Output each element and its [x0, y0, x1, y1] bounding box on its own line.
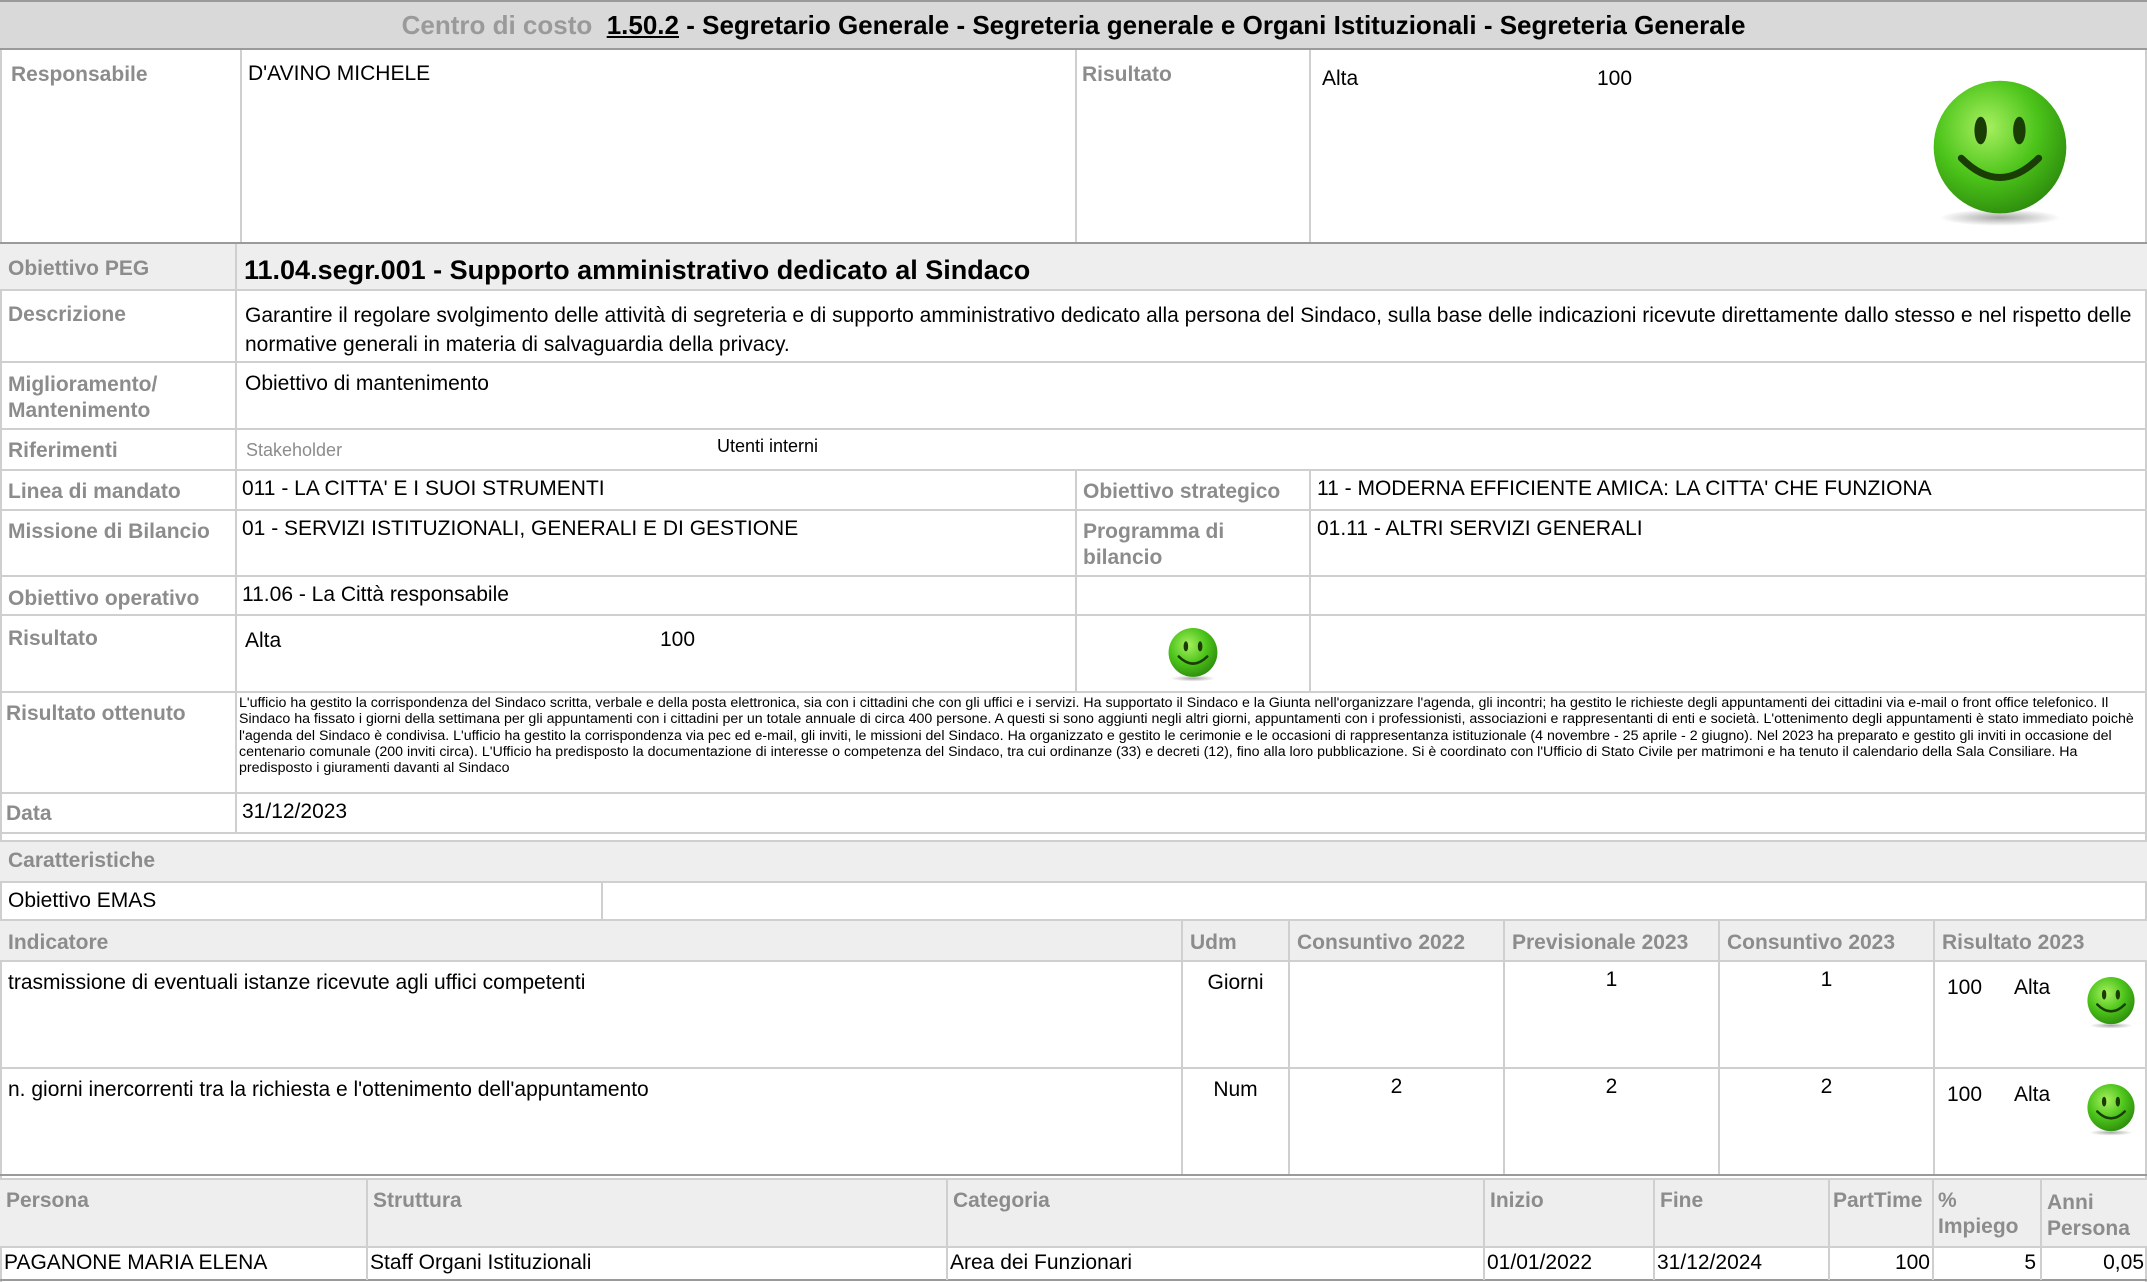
- miglioramento-label: Miglioramento/ Mantenimento: [8, 373, 158, 422]
- persona-fine: 31/12/2024: [1657, 1251, 1763, 1274]
- persona-struttura: Staff Organi Istituzionali: [370, 1251, 592, 1274]
- pers-header-fine: Fine: [1660, 1189, 1704, 1212]
- miglioramento-value: Obiettivo di mantenimento: [245, 372, 489, 395]
- pers-header-persona: Persona: [6, 1189, 89, 1212]
- smiley-risultato-icon: [1166, 627, 1220, 683]
- ind-header-udm: Udm: [1190, 931, 1237, 954]
- strategico-label: Obiettivo strategico: [1083, 480, 1281, 503]
- strategico-value: 11 - MODERNA EFFICIENTE AMICA: LA CITTA'…: [1317, 477, 1932, 500]
- ind-header-risultato: Risultato 2023: [1942, 931, 2085, 954]
- descrizione-label: Descrizione: [8, 303, 126, 326]
- linea-value: 011 - LA CITTA' E I SUOI STRUMENTI: [242, 477, 605, 500]
- smiley-large-icon: [1926, 78, 2074, 230]
- indicator-ris-level: Alta: [2014, 1083, 2051, 1106]
- caratteristiche-bg: [0, 840, 2147, 881]
- pers-header-struttura: Struttura: [373, 1189, 462, 1212]
- peg-value: 11.04.segr.001 - Supporto amministrativo…: [244, 255, 1031, 285]
- smiley-indicator-icon: [2085, 976, 2137, 1030]
- indicator-name: n. giorni inercorrenti tra la richiesta …: [8, 1078, 649, 1101]
- linea-label: Linea di mandato: [8, 480, 181, 503]
- smiley-indicator-icon: [2085, 1083, 2137, 1137]
- left-border: [0, 50, 2, 1282]
- indicator-cons2023: 2: [1820, 1075, 1833, 1098]
- risultato-label: Risultato: [8, 627, 98, 650]
- risultato-value: 100: [660, 628, 696, 651]
- ind-header-indicatore: Indicatore: [8, 931, 109, 954]
- responsabile-value: D'AVINO MICHELE: [248, 62, 431, 85]
- emas-value: Obiettivo EMAS: [8, 889, 157, 912]
- risultato-level: Alta: [245, 629, 282, 652]
- persona-anni: 0,05: [2103, 1251, 2144, 1274]
- ottenuto-label: Risultato ottenuto: [6, 702, 186, 725]
- programma-label: Programma di bilancio: [1083, 520, 1225, 569]
- title-rest: - Segretario Generale - Segreteria gener…: [686, 10, 1746, 40]
- missione-value: 01 - SERVIZI ISTITUZIONALI, GENERALI E D…: [242, 517, 799, 540]
- indicator-ris-level: Alta: [2014, 976, 2051, 999]
- pers-header-inizio: Inizio: [1490, 1189, 1544, 1212]
- indicator-prev2023: 1: [1605, 968, 1618, 991]
- peg-label: Obiettivo PEG: [8, 257, 150, 280]
- indicator-ris-value: 100: [1947, 1083, 1983, 1106]
- indicator-udm: Num: [1213, 1078, 1258, 1101]
- missione-label: Missione di Bilancio: [8, 520, 210, 543]
- risultato-top-label: Risultato: [1082, 63, 1172, 86]
- indicator-udm: Giorni: [1207, 971, 1264, 994]
- indicator-name: trasmissione di eventuali istanze ricevu…: [8, 971, 586, 994]
- data-label: Data: [6, 802, 52, 825]
- persona-categoria: Area dei Funzionari: [950, 1251, 1133, 1274]
- indicator-cons2023: 1: [1820, 968, 1833, 991]
- persona-name: PAGANONE MARIA ELENA: [4, 1251, 268, 1274]
- pers-header-categoria: Categoria: [953, 1189, 1050, 1212]
- persona-parttime: 100: [1894, 1251, 1930, 1274]
- riferimenti-label: Riferimenti: [8, 439, 118, 462]
- operativo-value: 11.06 - La Città responsabile: [242, 583, 509, 606]
- ind-header-cons2022: Consuntivo 2022: [1297, 931, 1466, 954]
- indicator-prev2023: 2: [1605, 1075, 1618, 1098]
- pers-header-impiego: % Impiego: [1938, 1189, 2019, 1238]
- caratteristiche-label: Caratteristiche: [8, 849, 156, 872]
- stakeholder-label: Stakeholder: [246, 440, 343, 460]
- title-prefix: Centro di costo: [401, 10, 593, 40]
- risultato-top-level: Alta: [1322, 67, 1359, 90]
- data-value: 31/12/2023: [242, 800, 348, 823]
- persona-impiego: 5: [2024, 1251, 2036, 1274]
- descrizione-value: Garantire il regolare svolgimento delle …: [245, 304, 2132, 356]
- programma-value: 01.11 - ALTRI SERVIZI GENERALI: [1317, 517, 1643, 540]
- cost-center-code[interactable]: 1.50.2: [607, 10, 679, 40]
- ind-header-cons2023: Consuntivo 2023: [1727, 931, 1896, 954]
- ottenuto-value: L'ufficio ha gestito la corrispondenza d…: [239, 695, 2134, 777]
- responsabile-label: Responsabile: [11, 63, 148, 86]
- pers-header-parttime: PartTime: [1833, 1189, 1923, 1212]
- indicator-cons2022: 2: [1390, 1075, 1403, 1098]
- persone-header-bg: [0, 1180, 2147, 1246]
- stakeholder-value: Utenti interni: [717, 436, 819, 456]
- persona-inizio: 01/01/2022: [1487, 1251, 1593, 1274]
- pers-header-anni: Anni Persona: [2047, 1191, 2130, 1240]
- risultato-top-value: 100: [1597, 67, 1633, 90]
- page-title: Centro di costo 1.50.2 - Segretario Gene…: [0, 10, 2147, 40]
- ind-header-prev2023: Previsionale 2023: [1512, 931, 1689, 954]
- operativo-label: Obiettivo operativo: [8, 587, 200, 610]
- indicator-ris-value: 100: [1947, 976, 1983, 999]
